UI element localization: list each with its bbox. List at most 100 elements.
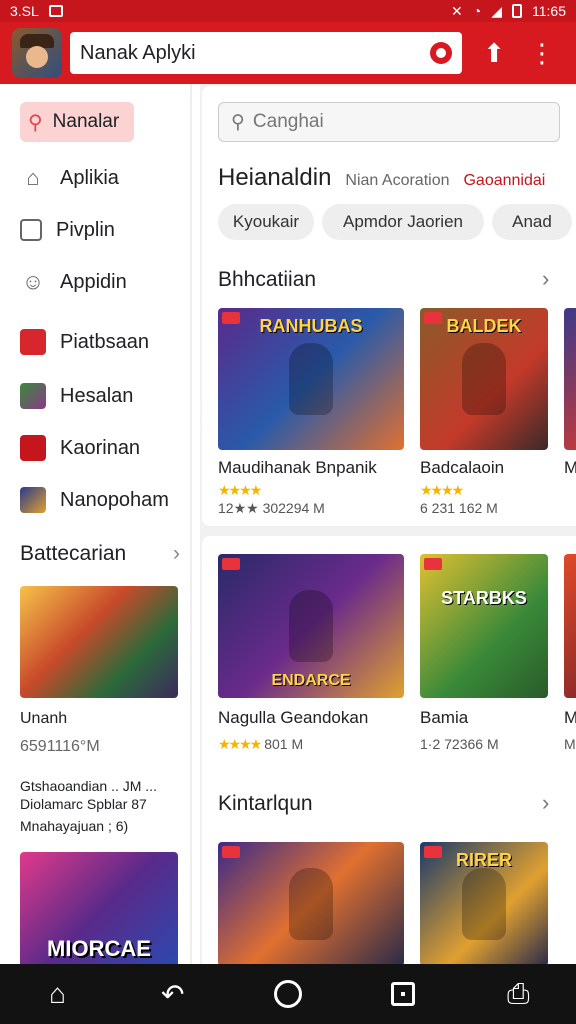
apps-icon [20, 219, 42, 241]
sidebar-item-4[interactable]: Piatbsaan [20, 324, 190, 360]
game-card[interactable]: BALDEK [420, 308, 548, 450]
search-field[interactable]: Nanak Aplyki [70, 32, 462, 74]
sidebar-item-label: Kaorinan [60, 436, 141, 459]
card-meta: 6 231 162 M [420, 500, 498, 516]
sidebar-item-label: Nanopoham [60, 488, 169, 511]
chip[interactable]: Kyoukair [218, 204, 314, 240]
search-input[interactable]: ⚲ Canghai [218, 102, 560, 142]
character-shape [289, 590, 333, 662]
badge-icon [424, 558, 442, 570]
character-shape [462, 343, 506, 415]
card-brand: STARBKS [441, 588, 527, 608]
card-desc-line: Diolamarc Spblar 87 [20, 796, 147, 812]
sidebar-item-label: Aplikia [60, 166, 119, 189]
card-brand: MIORCAE [47, 936, 151, 961]
game-card-image[interactable] [20, 586, 178, 698]
card-brand: RANHUBAS [259, 316, 363, 336]
battery-icon [512, 4, 522, 18]
carrier-label: 3.SL [10, 3, 39, 19]
sidebar-item-1[interactable]: ⌂ Aplikia [20, 160, 190, 196]
sidebar-item-7[interactable]: Nanopoham [20, 482, 190, 518]
sidebar-item-label: Piatbsaan [60, 330, 149, 353]
person-icon: ☺ [21, 269, 45, 294]
upload-icon[interactable]: ⬆ [480, 38, 508, 68]
library-icon[interactable]: ⎙ [498, 974, 538, 1014]
sidebar-item-6[interactable]: Kaorinan [20, 430, 190, 466]
title-row: Heianaldin Nian Acoration Gaoannidai [218, 164, 545, 192]
section-title: Bhhcatiian [218, 268, 317, 291]
card-meta: 12★★ 302294 M [218, 500, 325, 516]
card-brand: ENDARCE [271, 672, 351, 689]
sidebar-item-label: Nanalar [52, 111, 120, 132]
search-placeholder: Canghai [252, 111, 324, 132]
recents-icon[interactable] [383, 974, 423, 1014]
game-card[interactable]: STARBKS [420, 554, 548, 698]
avatar[interactable] [12, 28, 62, 78]
status-bar: 3.SL ✕ ◔ ◢ 11:65 [0, 0, 576, 22]
sidebar-item-3[interactable]: ☺ Appidin [20, 264, 190, 300]
sidebar-item-label: Pivplin [56, 218, 115, 241]
game-icon [20, 383, 46, 409]
card-title: M [564, 458, 576, 477]
subtitle-link[interactable]: Gaoannidai [463, 172, 545, 190]
game-card-image[interactable]: MIORCAE [20, 852, 178, 972]
sidebar-item-label: Hesalan [60, 384, 134, 407]
card-title: Bamia [420, 708, 469, 727]
chip[interactable]: Apmdor Jaorien [322, 204, 484, 240]
clock: 11:65 [532, 3, 566, 19]
wifi-icon: ◔ [472, 3, 482, 19]
game-card[interactable]: RANHUBAS [218, 308, 404, 450]
avatar-face-shape [26, 46, 48, 68]
search-icon: ⚲ [28, 111, 43, 134]
page-title: Heianaldin [218, 164, 332, 191]
card-desc-line: Gtshaoandian .. JM ... [20, 778, 157, 794]
card-title: Nagulla Geandokan [218, 708, 369, 727]
game-icon [20, 435, 46, 461]
card-rating: ★★★★ [218, 482, 262, 498]
card-meta: 1·2 72366 M [420, 736, 499, 752]
character-shape [462, 868, 506, 940]
game-card[interactable] [564, 554, 576, 698]
card-title: Maudihanak Bnpanik [218, 458, 377, 477]
search-value: Nanak Aplyki [80, 41, 196, 64]
signal-icon: ◢ [491, 2, 502, 19]
card-title: Unanh [20, 710, 68, 727]
sidebar-item-label: Appidin [60, 270, 127, 293]
badge-icon [222, 558, 240, 570]
sidebar-item-active[interactable]: ⚲ Nanalar [20, 102, 134, 142]
card-rating: ★★★★ 801 M [218, 736, 304, 752]
chevron-right-icon[interactable]: › [542, 266, 549, 292]
game-card[interactable]: RIRER [420, 842, 548, 964]
mic-icon[interactable] [430, 42, 452, 64]
character-shape [289, 343, 333, 415]
chip[interactable]: Anad [492, 204, 572, 240]
game-card[interactable] [564, 308, 576, 450]
card-meta: 6591116°M [20, 738, 100, 755]
badge-icon [222, 846, 240, 858]
card-title: M [564, 708, 576, 727]
sidebar: ⚲ Nanalar ⌂ Aplikia Pivplin ☺ Appidin Pi… [0, 84, 192, 972]
sidebar-item-5[interactable]: Hesalan [20, 378, 190, 414]
sidebar-item-2[interactable]: Pivplin [20, 212, 190, 248]
navigation-bar: ⌂ ↶ ⎙ [0, 964, 576, 1024]
chevron-right-icon: › [173, 542, 180, 565]
card-brand: BALDEK [446, 316, 522, 336]
section-header[interactable]: Battecarian › [20, 542, 180, 566]
character-shape [289, 868, 333, 940]
search-icon: ⚲ [231, 111, 245, 133]
chevron-right-icon[interactable]: › [542, 790, 549, 816]
notification-icon [48, 5, 63, 17]
panel: ⚲ Canghai Heianaldin Nian Acoration Gaoa… [202, 86, 576, 526]
more-vert-icon[interactable]: ⋮ [528, 38, 556, 68]
home-icon: ⌂ [26, 165, 40, 190]
section-title: Kintarlqun [218, 792, 313, 815]
back-icon[interactable]: ↶ [153, 974, 193, 1014]
game-card[interactable] [218, 842, 404, 964]
home-circle-button[interactable] [268, 974, 308, 1014]
subtitle: Nian Acoration [345, 172, 450, 189]
game-card[interactable]: ENDARCE [218, 554, 404, 698]
app-bar: Nanak Aplyki ⬆ ⋮ [0, 22, 576, 84]
home-icon[interactable]: ⌂ [38, 974, 78, 1014]
card-title: Badcalaoin [420, 458, 505, 477]
main-content: ⚲ Canghai Heianaldin Nian Acoration Gaoa… [200, 84, 576, 964]
